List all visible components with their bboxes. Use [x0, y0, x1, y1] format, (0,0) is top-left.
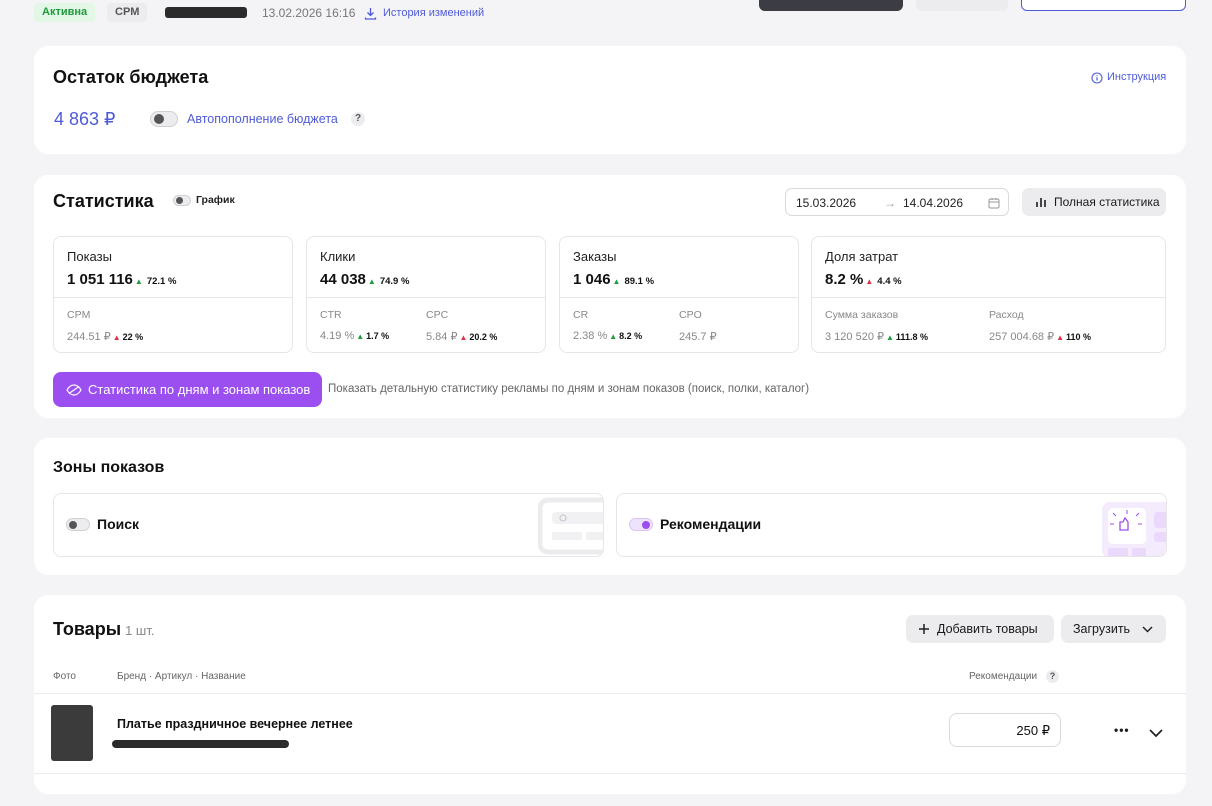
- top-action-gray-button[interactable]: [916, 0, 1008, 11]
- info-icon: [1091, 72, 1103, 84]
- column-name: Бренд · Артикул · Название: [117, 671, 246, 682]
- bid-input[interactable]: 250 ₽: [949, 713, 1061, 747]
- sub-value: 4.19 % ▲ 1.7 %: [320, 330, 390, 342]
- zone-recommendations[interactable]: Рекомендации: [616, 493, 1167, 557]
- chart-toggle-label[interactable]: График: [196, 194, 235, 206]
- sub-value: 2.38 % ▲ 8.2 %: [573, 330, 643, 342]
- up-arrow-icon: ▲: [886, 333, 894, 342]
- product-photo[interactable]: [51, 705, 93, 761]
- sub-label: CR: [573, 309, 589, 321]
- metric-cost-share: Доля затрат 8.2 % ▲ 4.4 % Сумма заказов 3 …: [811, 236, 1166, 353]
- metric-label: Показы: [67, 249, 112, 264]
- products-count: 1 шт.: [125, 623, 155, 638]
- chevron-down-icon[interactable]: [1149, 729, 1163, 738]
- metric-value: 1 051 116 ▲ 72.1 %: [67, 271, 177, 288]
- history-link-label: История изменений: [383, 7, 485, 19]
- plus-icon: [919, 624, 929, 634]
- campaign-type-badge: CPM: [107, 3, 148, 22]
- autofill-help-icon[interactable]: ?: [351, 112, 365, 126]
- sub-value: 5.84 ₽ ▲ 20.2 %: [426, 331, 498, 343]
- products-card: Товары 1 шт. Добавить товары Загрузить Фо…: [34, 595, 1186, 794]
- download-icon: [364, 8, 377, 20]
- eye-icon: [66, 384, 82, 396]
- more-options-icon[interactable]: •••: [1114, 723, 1130, 737]
- zone-search[interactable]: Поиск: [53, 493, 604, 557]
- date-to: 14.04.2026: [903, 196, 964, 210]
- redacted-id: [165, 7, 247, 18]
- upload-button[interactable]: Загрузить: [1061, 615, 1166, 643]
- product-name[interactable]: Платье праздничное вечернее летнее: [117, 717, 353, 731]
- autofill-toggle[interactable]: [150, 111, 178, 127]
- search-zone-illustration-icon: [538, 497, 603, 555]
- add-products-label: Добавить товары: [937, 622, 1038, 636]
- daily-stats-label: Статистика по дням и зонам показов: [88, 382, 311, 397]
- up-arrow-icon: ▲: [356, 332, 365, 341]
- date-arrow: →: [884, 196, 896, 210]
- recommendations-help-icon[interactable]: ?: [1046, 670, 1059, 683]
- sub-label: CPO: [679, 309, 702, 321]
- metric-value: 1 046 ▲ 89.1 %: [573, 271, 655, 288]
- products-title: Товары 1 шт.: [53, 619, 155, 639]
- date-range-picker[interactable]: 15.03.2026 → 14.04.2026: [785, 188, 1009, 216]
- budget-title: Остаток бюджета: [53, 67, 209, 87]
- up-arrow-icon: ▲: [1056, 333, 1065, 342]
- calendar-icon: [988, 198, 1000, 209]
- budget-amount: 4 863 ₽: [54, 109, 116, 129]
- zone-recommendations-toggle[interactable]: [629, 518, 653, 531]
- sub-value: 245.7 ₽: [679, 331, 717, 343]
- metric-orders: Заказы 1 046 ▲ 89.1 % CR 2.38 % ▲ 8.2 % CPO …: [559, 236, 799, 353]
- metric-value: 8.2 % ▲ 4.4 %: [825, 271, 902, 288]
- metric-impressions: Показы 1 051 116 ▲ 72.1 % CPM 244.51 ₽ ▲ 22 …: [53, 236, 293, 353]
- sub-label: CPM: [67, 309, 91, 321]
- bar-chart-icon: [1036, 198, 1046, 207]
- sub-value: 257 004.68 ₽ ▲ 110 %: [989, 331, 1092, 343]
- metric-label: Клики: [320, 249, 356, 264]
- daily-stats-button[interactable]: Статистика по дням и зонам показов: [53, 372, 322, 407]
- metric-clicks: Клики 44 038 ▲ 74.9 % CTR 4.19 % ▲ 1.7 % CPC…: [306, 236, 546, 353]
- upload-label: Загрузить: [1073, 622, 1131, 636]
- top-action-dark-button[interactable]: [759, 0, 903, 11]
- recommendations-illustration-icon: [1102, 502, 1166, 556]
- zone-search-toggle[interactable]: [66, 518, 90, 531]
- metric-label: Заказы: [573, 249, 617, 264]
- full-stats-button[interactable]: Полная статистика: [1022, 188, 1166, 216]
- date-from: 15.03.2026: [796, 196, 857, 210]
- zone-recommendations-label: Рекомендации: [660, 516, 762, 532]
- sub-label: Расход: [989, 309, 1024, 321]
- instruction-link[interactable]: Инструкция: [1091, 71, 1181, 87]
- column-recommendations: Рекомендации: [969, 671, 1038, 682]
- redacted-article: [112, 740, 289, 748]
- up-arrow-icon: ▲: [134, 277, 143, 286]
- up-arrow-icon: ▲: [367, 277, 376, 286]
- chevron-down-icon: [1142, 626, 1153, 633]
- instruction-label: Инструкция: [1107, 71, 1167, 83]
- stats-card: Статистика График 15.03.2026 → 14.04.202…: [34, 175, 1186, 418]
- sub-label: Сумма заказов: [825, 309, 899, 321]
- up-arrow-icon: ▲: [609, 332, 618, 341]
- up-arrow-icon: ▲: [865, 277, 874, 286]
- daily-stats-hint: Показать детальную статистику рекламы по…: [328, 383, 810, 395]
- chart-toggle[interactable]: [173, 195, 191, 206]
- top-action-outline-button[interactable]: [1021, 0, 1186, 11]
- sub-label: CTR: [320, 309, 342, 321]
- budget-card: Остаток бюджета 4 863 ₽ Автопополнение б…: [34, 46, 1186, 154]
- up-arrow-icon: ▲: [612, 277, 621, 286]
- full-stats-label: Полная статистика: [1054, 195, 1160, 209]
- status-badge: Активна: [34, 3, 96, 22]
- metric-value: 44 038 ▲ 74.9 %: [320, 271, 410, 288]
- stats-title: Статистика: [53, 191, 154, 211]
- add-products-button[interactable]: Добавить товары: [906, 615, 1054, 643]
- autofill-label[interactable]: Автопополнение бюджета: [187, 112, 338, 126]
- up-arrow-icon: ▲: [459, 333, 468, 342]
- metric-label: Доля затрат: [825, 249, 899, 264]
- sub-label: CPC: [426, 309, 449, 321]
- zones-title: Зоны показов: [53, 459, 165, 476]
- zone-search-label: Поиск: [97, 516, 140, 532]
- campaign-datetime: 13.02.2026 16:16: [262, 6, 356, 20]
- up-arrow-icon: ▲: [112, 333, 121, 342]
- sub-value: 244.51 ₽ ▲ 22 %: [67, 331, 144, 343]
- sub-value: 3 120 520 ₽ ▲ 111.8 %: [825, 331, 928, 343]
- zones-card: Зоны показов Поиск Рекомендации: [34, 438, 1186, 575]
- column-photo: Фото: [53, 671, 76, 682]
